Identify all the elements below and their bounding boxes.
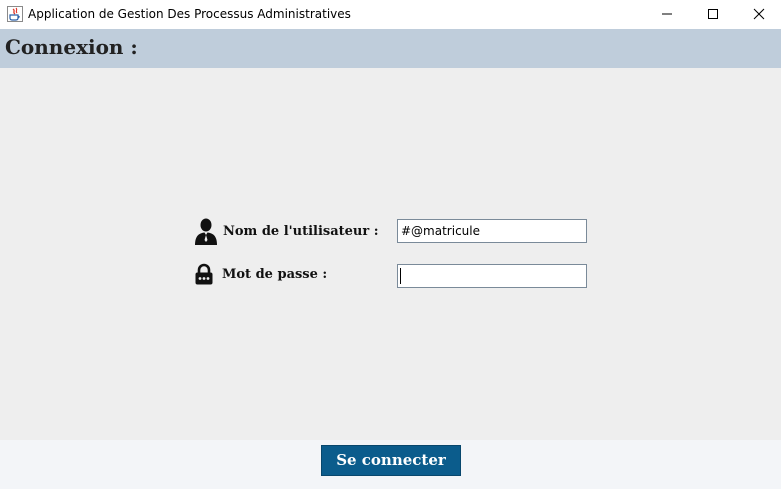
minimize-icon xyxy=(662,13,672,15)
footer-bar: Se connecter xyxy=(0,440,781,489)
java-app-icon xyxy=(7,6,23,22)
window-titlebar: Application de Gestion Des Processus Adm… xyxy=(0,0,781,29)
password-label: Mot de passe : xyxy=(222,267,328,282)
minimize-button[interactable] xyxy=(644,0,690,29)
maximize-icon xyxy=(708,9,718,19)
lock-icon xyxy=(194,263,214,290)
username-label: Nom de l'utilisateur : xyxy=(223,224,379,239)
user-icon xyxy=(194,218,218,250)
header-bar: Connexion : xyxy=(0,29,781,68)
connect-button[interactable]: Se connecter xyxy=(321,445,461,476)
page-title: Connexion : xyxy=(5,35,138,59)
password-field[interactable] xyxy=(397,264,587,288)
close-button[interactable] xyxy=(736,0,781,29)
window-title: Application de Gestion Des Processus Adm… xyxy=(28,7,351,21)
username-field[interactable] xyxy=(397,219,587,243)
close-icon xyxy=(753,8,765,20)
maximize-button[interactable] xyxy=(690,0,736,29)
text-cursor xyxy=(400,268,401,284)
